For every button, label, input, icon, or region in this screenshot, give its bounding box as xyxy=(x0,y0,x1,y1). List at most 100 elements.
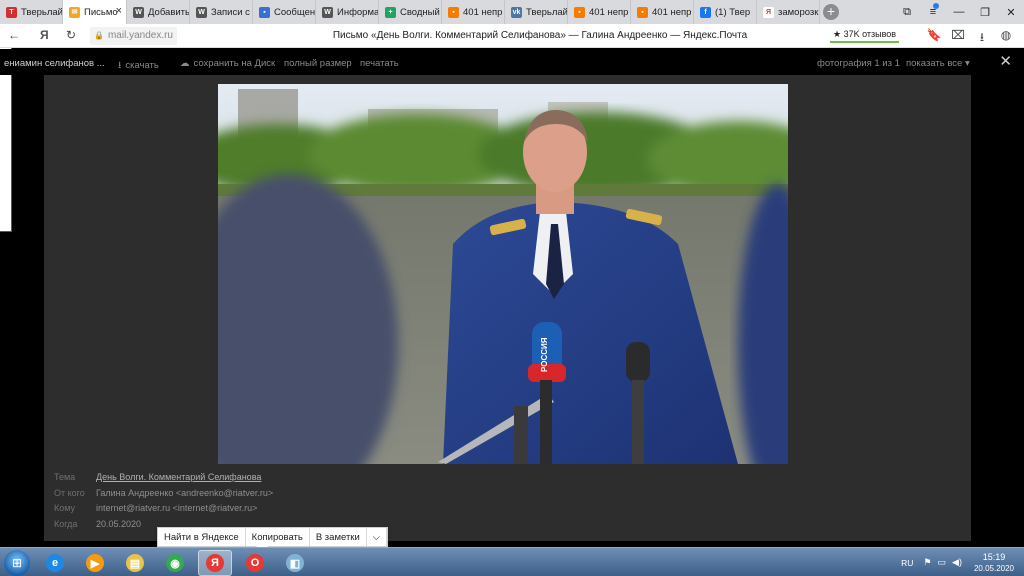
browser-tab[interactable]: ▪ 401 непр xyxy=(442,0,505,24)
browser-tab[interactable]: W Информация xyxy=(316,0,379,24)
taskbar-app-yandex[interactable]: Я xyxy=(198,550,232,576)
back-button[interactable]: ← xyxy=(8,28,20,42)
taskbar-app-notes[interactable]: ◧ xyxy=(278,550,312,576)
url-text: mail.yandex.ru xyxy=(107,30,173,41)
show-all-dropdown[interactable]: показать все ▾ xyxy=(906,58,970,69)
tab-favicon-icon: vk xyxy=(511,6,522,18)
taskbar-app-ie[interactable]: e xyxy=(38,550,72,576)
print-link[interactable]: печатать xyxy=(360,58,399,69)
browser-tab[interactable]: vk Тверьлайф xyxy=(505,0,568,24)
cloud-icon: ☁ xyxy=(180,58,190,69)
selection-context-menu: Найти в Яндексе Копировать В заметки ⌵ xyxy=(157,527,388,552)
flag-icon[interactable]: ⚑ xyxy=(923,557,931,568)
tab-label: Письмо xyxy=(84,6,118,18)
start-button[interactable]: ⊞ xyxy=(4,550,30,576)
tab-label: 401 непр xyxy=(589,6,629,18)
attachment-photo[interactable]: РОССИЯ xyxy=(218,84,788,464)
browser-tab[interactable]: ▪ 401 непр xyxy=(631,0,694,24)
restore-button[interactable]: ❐ xyxy=(972,6,998,19)
tab-favicon-icon: W xyxy=(322,6,333,18)
tabs-overview-icon[interactable]: ⧉ xyxy=(894,6,920,19)
more-chevron-icon[interactable]: ⌵ xyxy=(367,528,387,546)
from-value: Галина Андреенко <andreenko@riatver.ru> xyxy=(96,487,274,498)
tab-favicon-icon: ▪ xyxy=(637,6,648,18)
taskbar-app-explorer[interactable]: ▤ xyxy=(118,550,152,576)
clock-time: 15:19 xyxy=(982,551,1006,562)
download-link[interactable]: ⭳ скачать xyxy=(118,58,159,74)
menu-icon[interactable]: ≡ xyxy=(920,3,946,18)
photo-illustration: РОССИЯ xyxy=(218,84,788,464)
copy-button[interactable]: Копировать xyxy=(246,528,310,546)
language-indicator[interactable]: RU xyxy=(901,558,913,568)
browser-tab[interactable]: f (1) Твер xyxy=(694,0,757,24)
minimize-button[interactable]: — xyxy=(946,6,972,18)
address-bar: ← Я ↻ 🔒 mail.yandex.ru Письмо «День Волг… xyxy=(0,24,1024,48)
reload-button[interactable]: ↻ xyxy=(66,28,76,42)
lock-icon: 🔒 xyxy=(94,31,104,40)
browser-tab[interactable]: + Сводный xyxy=(379,0,442,24)
browser-tab[interactable]: ▪ Сообщения xyxy=(253,0,316,24)
opera-icon: O xyxy=(246,554,264,572)
url-field[interactable]: 🔒 mail.yandex.ru xyxy=(90,27,177,45)
tab-label: Сводный xyxy=(400,6,440,18)
tab-favicon-icon: W xyxy=(196,6,207,18)
date-label: Когда xyxy=(54,518,78,529)
download-icon: ⭳ xyxy=(118,60,122,71)
window-controls: ⧉ ≡ — ❐ ✕ xyxy=(894,0,1024,24)
reviews-badge[interactable]: ★ 37K отзывов xyxy=(830,27,900,43)
notification-dot xyxy=(933,3,939,9)
browser-tab[interactable]: Т Тверьлайф xyxy=(0,0,63,24)
tab-label: 401 непр xyxy=(463,6,503,18)
browser-tab[interactable]: Язаморозки xyxy=(757,0,820,24)
tab-label: (1) Твер xyxy=(715,6,751,18)
media-icon: ▶ xyxy=(86,554,104,572)
tab-favicon-icon: + xyxy=(385,6,396,18)
tab-label: Записи с xyxy=(211,6,250,18)
to-notes-button[interactable]: В заметки xyxy=(310,528,367,546)
clock[interactable]: 15:19 20.05.2020 xyxy=(974,552,1014,574)
yandex-icon: Я xyxy=(206,554,224,572)
chrome-icon: ◉ xyxy=(166,554,184,572)
photo-counter: фотография 1 из 1 xyxy=(817,58,900,69)
to-value: internet@riatver.ru <internet@riatver.ru… xyxy=(96,503,258,513)
notes-icon: ◧ xyxy=(286,554,304,572)
image-viewer-toolbar: ениамин селифанов ... ⭳ скачать ☁ сохранит… xyxy=(0,49,1024,75)
save-to-disk-link[interactable]: ☁ сохранить на Диск xyxy=(180,58,275,69)
volume-icon[interactable]: ◀) xyxy=(952,557,962,568)
bookmark-icon[interactable]: 🔖 xyxy=(922,28,946,49)
to-label: Кому xyxy=(54,503,76,513)
translate-icon[interactable]: ⌧ xyxy=(946,28,970,49)
find-in-yandex-button[interactable]: Найти в Яндексе xyxy=(158,528,246,546)
download-icon[interactable]: ⭳ xyxy=(970,28,994,49)
close-viewer-icon[interactable]: ✕ xyxy=(999,52,1012,70)
network-icon[interactable]: ▭ xyxy=(938,557,947,568)
tab-label: Добавить xyxy=(148,6,189,18)
taskbar-app-opera[interactable]: O xyxy=(238,550,272,576)
tab-close-icon[interactable]: × xyxy=(116,5,122,17)
full-size-link[interactable]: полный размер xyxy=(284,58,352,69)
browser-tab[interactable]: W Записи с xyxy=(190,0,253,24)
subject-label: Тема xyxy=(54,472,76,482)
explorer-icon: ▤ xyxy=(126,554,144,572)
extension-icon[interactable]: ◍ xyxy=(994,28,1018,49)
taskbar-app-media[interactable]: ▶ xyxy=(78,550,112,576)
subject-link[interactable]: День Волги. Комментарий Селифанова xyxy=(96,470,261,486)
browser-tab[interactable]: ✉ Письмо × xyxy=(63,0,127,24)
tab-label: Тверьлайф xyxy=(21,6,62,18)
mic-flag-label: РОССИЯ xyxy=(540,337,549,372)
tab-favicon-icon: ▪ xyxy=(259,6,270,18)
tab-label: заморозки xyxy=(778,6,819,18)
image-filename: ениамин селифанов ... xyxy=(4,58,105,69)
close-window-button[interactable]: ✕ xyxy=(998,6,1024,19)
message-metadata: Тема День Волги. Комментарий Селифанова О… xyxy=(54,470,273,532)
taskbar-app-chrome[interactable]: ◉ xyxy=(158,550,192,576)
browser-tab[interactable]: W Добавить xyxy=(127,0,190,24)
tab-label: Тверьлайф xyxy=(526,6,567,18)
browser-tab[interactable]: ▪ 401 непр xyxy=(568,0,631,24)
yandex-logo-icon[interactable]: Я xyxy=(40,28,49,42)
tab-label: 401 непр xyxy=(652,6,692,18)
new-tab-button[interactable]: + xyxy=(820,0,842,24)
save-to-disk-label: сохранить на Диск xyxy=(193,58,276,69)
tab-label: Сообщения xyxy=(274,6,315,18)
plus-icon: + xyxy=(823,4,839,20)
